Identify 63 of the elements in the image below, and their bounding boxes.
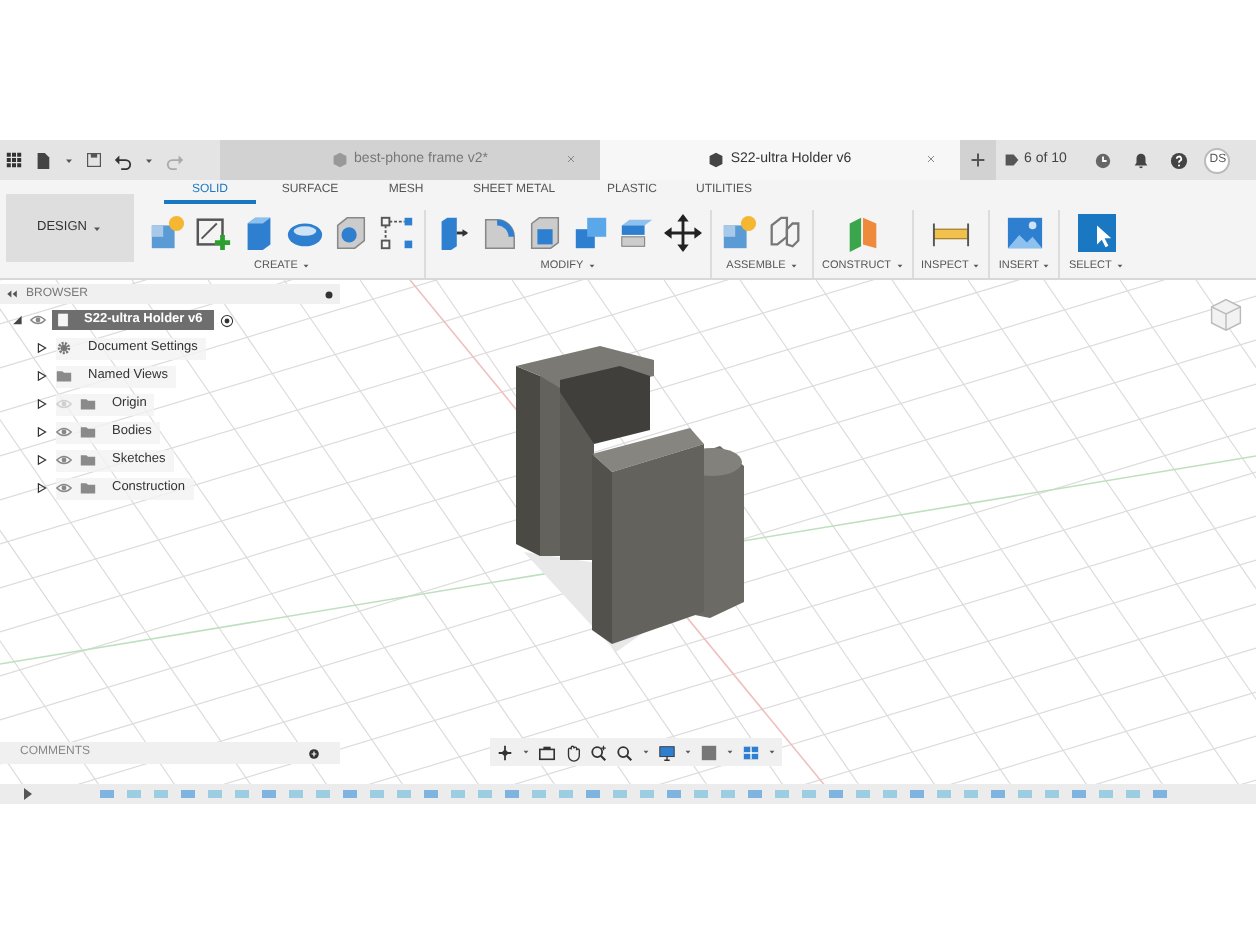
expand-triangle-icon[interactable] [12,314,24,326]
zoom-icon[interactable] [590,743,608,761]
new-tab-button[interactable] [960,140,996,180]
collapse-icon[interactable] [6,288,18,300]
camera-icon[interactable] [538,743,556,761]
cube-icon [708,152,725,168]
caret-icon [972,262,981,271]
pin-icon[interactable] [324,289,334,299]
pan-hand-icon[interactable] [564,743,582,761]
caret-icon [64,155,74,165]
eye-icon[interactable] [56,480,72,496]
expand-triangle-icon[interactable] [36,398,48,410]
expand-triangle-icon[interactable] [36,426,48,438]
plus-icon [970,152,986,168]
caret-icon [1042,262,1051,271]
caret-icon [301,262,310,271]
pointer-icon[interactable] [1077,213,1116,251]
orbit-icon[interactable] [496,743,514,761]
caret-icon [92,223,103,233]
sketch-icon[interactable] [194,213,232,251]
activate-radio-icon[interactable] [220,313,235,327]
apps-grid-icon[interactable] [6,152,22,168]
undo-icon[interactable] [114,151,132,169]
caret-icon [587,262,596,271]
file-icon[interactable] [34,151,52,169]
cube-icon [332,152,349,168]
expand-triangle-icon[interactable] [36,370,48,382]
expand-triangle-icon[interactable] [36,482,48,494]
caret-icon [1115,262,1124,271]
caret-icon [726,748,734,756]
zoom-window-icon[interactable] [616,743,634,761]
shell-icon[interactable] [526,213,564,251]
data-panel-icon[interactable] [1004,152,1020,168]
clock-icon[interactable] [1094,151,1113,169]
help-icon[interactable] [1170,151,1189,169]
joint-icon[interactable] [766,213,804,251]
fillet-icon[interactable] [480,213,518,251]
caret-icon [522,748,530,756]
display-icon[interactable] [658,743,676,761]
viewports-icon[interactable] [742,743,760,761]
picture-icon[interactable] [1005,213,1044,251]
combine-icon[interactable] [572,213,610,251]
bell-icon[interactable] [1132,151,1151,169]
move-icon[interactable] [664,213,702,251]
pattern-icon[interactable] [378,213,416,251]
caret-icon [768,748,776,756]
caret-icon [144,155,154,165]
caret-icon [789,262,798,271]
expand-triangle-icon[interactable] [36,454,48,466]
eye-icon[interactable] [56,424,72,440]
eye-icon[interactable] [56,452,72,468]
save-icon[interactable] [86,152,102,168]
caret-icon [642,748,650,756]
gear-icon [56,340,72,356]
caret-icon [895,262,904,271]
new-component-icon[interactable] [720,213,758,251]
document-icon [56,312,70,328]
close-icon[interactable] [926,154,936,164]
hole-icon[interactable] [332,213,370,251]
caret-icon [684,748,692,756]
add-comment-icon[interactable] [308,747,320,759]
expand-triangle-icon[interactable] [36,342,48,354]
eye-icon[interactable] [30,312,46,328]
